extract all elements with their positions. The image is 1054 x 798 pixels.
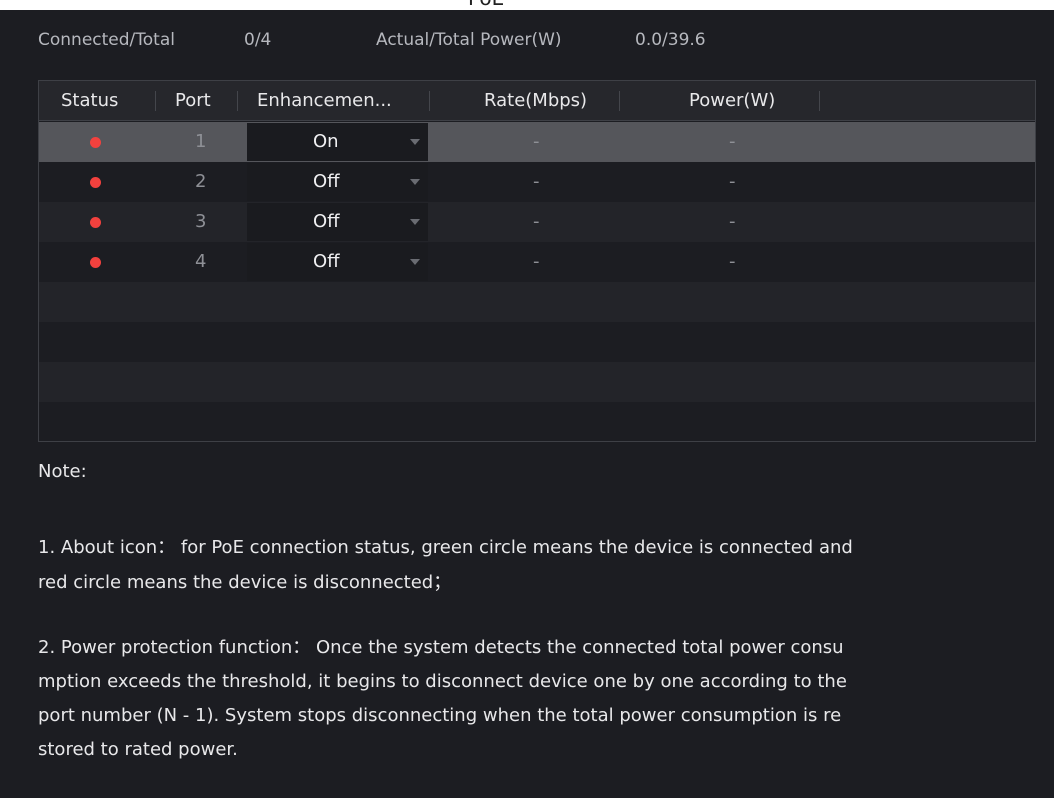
table-row[interactable]: 2 Off - -: [39, 162, 1035, 202]
dialog-title: PoE: [468, 0, 504, 10]
enhancement-value: Off: [313, 211, 340, 232]
table-row[interactable]: 4 Off - -: [39, 242, 1035, 282]
port-number: 4: [195, 251, 207, 272]
chevron-down-icon: [410, 179, 420, 185]
poe-port-table: Status Port Enhancemen... Rate(Mbps) Pow…: [38, 80, 1036, 442]
chevron-down-icon: [410, 259, 420, 265]
enhancement-select[interactable]: Off: [247, 243, 428, 281]
header-port[interactable]: Port: [175, 81, 211, 121]
enhancement-select[interactable]: Off: [247, 163, 428, 201]
port-number: 3: [195, 211, 207, 232]
table-row[interactable]: 1 On - -: [39, 122, 1035, 162]
note-line: 2. Power protection function： Once the s…: [38, 637, 844, 658]
power-value: -: [729, 131, 736, 152]
enhancement-value: On: [313, 131, 339, 152]
power-label: Actual/Total Power(W): [376, 30, 562, 50]
port-number: 2: [195, 171, 207, 192]
status-dot-icon: [90, 257, 101, 268]
column-divider[interactable]: [619, 91, 620, 111]
rate-value: -: [533, 131, 540, 152]
header-enhancement[interactable]: Enhancemen...: [257, 81, 392, 121]
rate-value: -: [533, 171, 540, 192]
power-value: 0.0/39.6: [635, 30, 706, 50]
port-number: 1: [195, 131, 207, 152]
enhancement-select[interactable]: On: [247, 123, 428, 161]
table-header: Status Port Enhancemen... Rate(Mbps) Pow…: [39, 81, 1035, 121]
note-line: mption exceeds the threshold, it begins …: [38, 671, 847, 692]
status-dot-icon: [90, 137, 101, 148]
chevron-down-icon: [410, 139, 420, 145]
column-divider[interactable]: [819, 91, 820, 111]
header-status[interactable]: Status: [61, 81, 118, 121]
note-line: red circle means the device is disconnec…: [38, 572, 452, 593]
empty-row: [39, 282, 1035, 322]
note-line: 1. About icon： for PoE connection status…: [38, 537, 853, 558]
note-line: stored to rated power.: [38, 739, 238, 760]
rate-value: -: [533, 251, 540, 272]
note-line: port number (N - 1). System stops discon…: [38, 705, 842, 726]
empty-row: [39, 322, 1035, 362]
power-value: -: [729, 251, 736, 272]
empty-row: [39, 402, 1035, 442]
status-dot-icon: [90, 177, 101, 188]
chevron-down-icon: [410, 219, 420, 225]
enhancement-value: Off: [313, 171, 340, 192]
enhancement-select[interactable]: Off: [247, 203, 428, 241]
enhancement-value: Off: [313, 251, 340, 272]
empty-row: [39, 362, 1035, 402]
rate-value: -: [533, 211, 540, 232]
power-value: -: [729, 171, 736, 192]
dialog-title-bar: PoE: [0, 0, 1054, 10]
column-divider[interactable]: [237, 91, 238, 111]
note-heading: Note:: [38, 461, 87, 482]
table-row[interactable]: 3 Off - -: [39, 202, 1035, 242]
header-power[interactable]: Power(W): [689, 81, 775, 121]
header-rate[interactable]: Rate(Mbps): [484, 81, 587, 121]
column-divider[interactable]: [429, 91, 430, 111]
status-dot-icon: [90, 217, 101, 228]
connected-total-value: 0/4: [244, 30, 272, 50]
column-divider[interactable]: [155, 91, 156, 111]
connected-total-label: Connected/Total: [38, 30, 175, 50]
power-value: -: [729, 211, 736, 232]
